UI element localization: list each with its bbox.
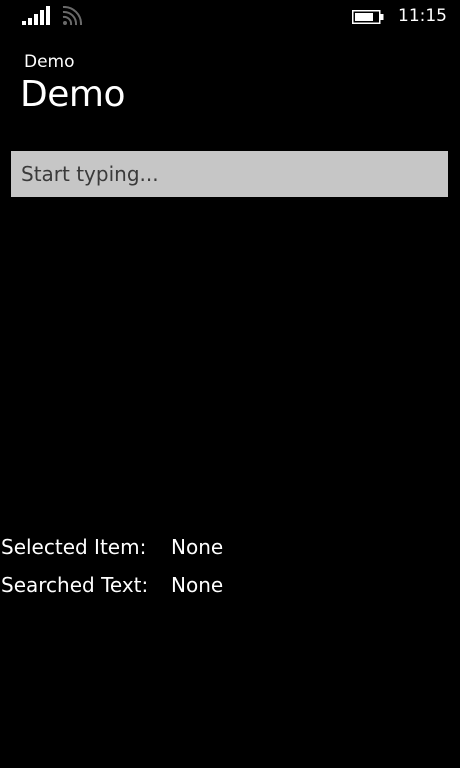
selected-item-label: Selected Item: (1, 535, 147, 559)
searched-text-value: None (171, 573, 224, 597)
battery-icon (352, 10, 384, 24)
searched-text-label: Searched Text: (1, 573, 149, 597)
status-bar: 11:15 (0, 0, 460, 36)
search-input[interactable] (11, 151, 448, 197)
signal-strength-icon (22, 6, 50, 25)
wifi-icon (62, 6, 82, 26)
selected-item-value: None (171, 535, 224, 559)
page-title: Demo (20, 74, 125, 115)
status-clock: 11:15 (398, 6, 447, 26)
app-name: Demo (24, 52, 75, 72)
